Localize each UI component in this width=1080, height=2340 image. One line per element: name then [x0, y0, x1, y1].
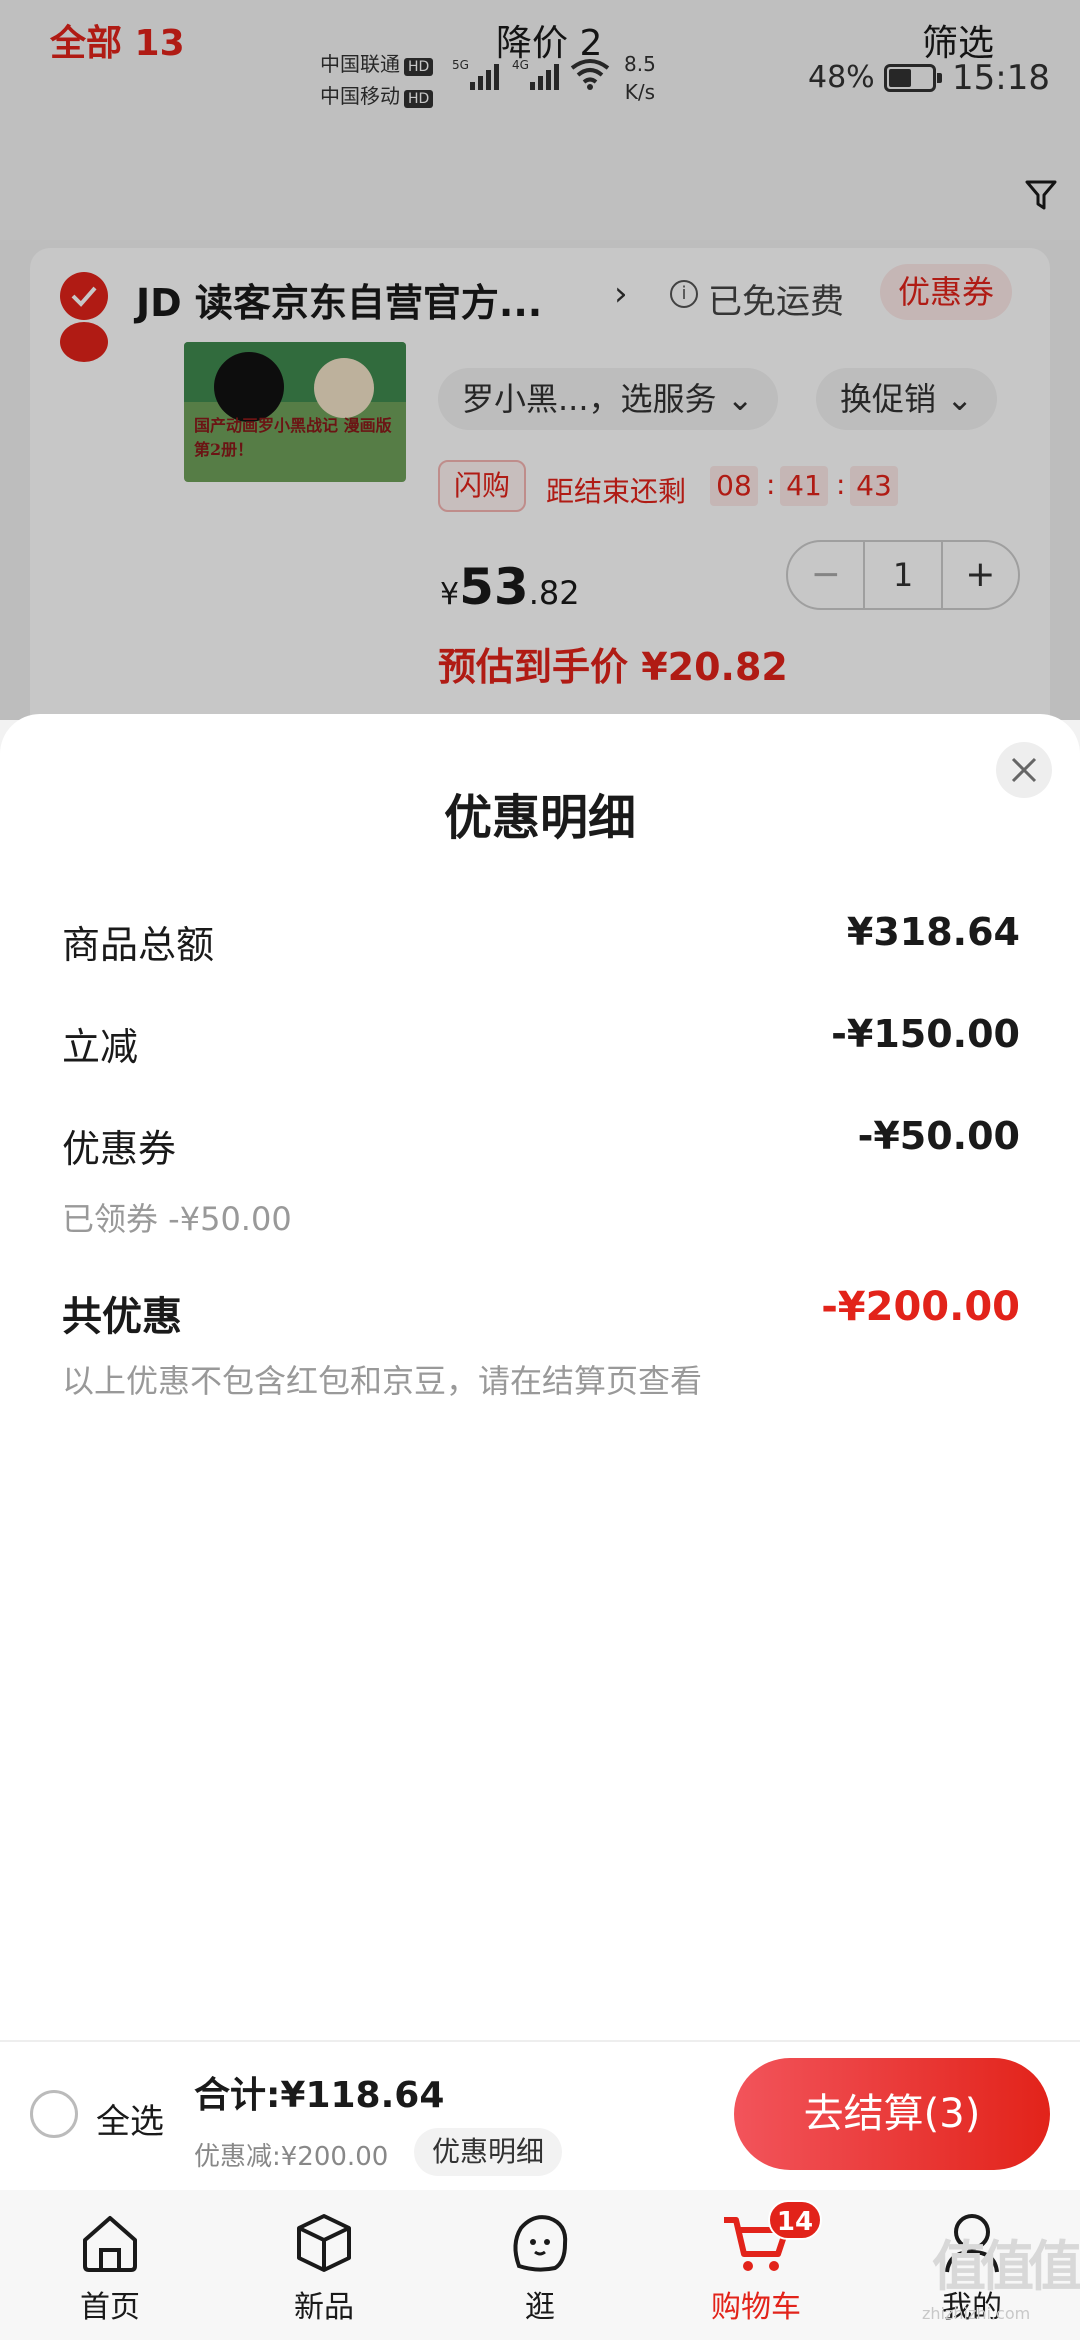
total-discount-label: 共优惠 [62, 1294, 182, 1340]
sheet-title: 优惠明细 [443, 790, 636, 846]
discount-note: 以上优惠不包含红包和京豆，请在结算页查看 [62, 1362, 703, 1400]
nav-new[interactable]: 新品 [244, 2196, 404, 2326]
coupon-claimed-note: 已领券 -¥50.00 [62, 1200, 292, 1238]
watermark-logo: 值值值 [932, 2235, 1080, 2298]
nav-cart[interactable]: 14 购物车 [676, 2196, 836, 2326]
select-all-checkbox[interactable] [30, 2090, 78, 2138]
nav-home[interactable]: 首页 [30, 2196, 190, 2326]
home-icon [83, 2216, 137, 2272]
instant-discount-label: 立减 [62, 1025, 139, 1069]
nav-stroll[interactable]: 逛 [460, 2196, 620, 2326]
stroll-icon [513, 2215, 568, 2272]
watermark-text: zhizhizhi.com [922, 2304, 1031, 2323]
close-icon [1011, 757, 1037, 783]
select-all-label[interactable]: 全选 [96, 2094, 164, 2143]
dim-overlay[interactable] [0, 0, 1080, 720]
total-sum: 合计:¥118.64 [194, 2075, 445, 2116]
goods-total-label: 商品总额 [62, 923, 215, 967]
cart-badge: 14 [768, 2200, 822, 2240]
discount-sum: 优惠减:¥200.00 [194, 2142, 389, 2172]
coupon-label: 优惠券 [62, 1127, 177, 1171]
discount-detail-button[interactable]: 优惠明细 [414, 2128, 563, 2176]
coupon-value: -¥50.00 [857, 1114, 1020, 1158]
instant-discount-value: -¥150.00 [831, 1012, 1020, 1056]
total-discount-value: -¥200.00 [821, 1284, 1020, 1330]
close-button[interactable] [996, 742, 1052, 798]
checkout-button[interactable]: 去结算(3) [734, 2058, 1050, 2170]
goods-total-value: ¥318.64 [846, 910, 1020, 954]
box-icon [297, 2214, 351, 2272]
